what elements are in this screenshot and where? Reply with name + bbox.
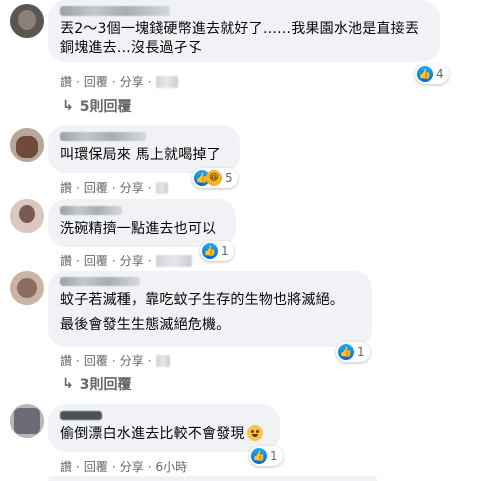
comment-text: 洗碗精擠一點進去也可以 bbox=[60, 221, 217, 237]
reply-arrow-icon: ↳ bbox=[62, 376, 74, 392]
comment-bubble: 偷倒漂白水進去比較不會發現 bbox=[48, 404, 280, 452]
reaction-count: 1 bbox=[270, 449, 278, 463]
timestamp-blurred[interactable] bbox=[155, 75, 178, 88]
share-button[interactable]: 分享 bbox=[120, 352, 144, 369]
author-name-blurred[interactable] bbox=[60, 6, 170, 16]
reply-button[interactable]: 回覆 bbox=[84, 352, 108, 369]
comment-text: 偷倒漂白水進去比較不會發現 bbox=[60, 425, 268, 444]
reaction-count: 1 bbox=[357, 345, 365, 359]
reply-button[interactable]: 回覆 bbox=[84, 73, 108, 90]
share-button[interactable]: 分享 bbox=[120, 458, 144, 475]
replies-label: 5則回覆 bbox=[79, 99, 132, 115]
comment-text-line: 銅塊進去…沒長過孑孓 bbox=[60, 40, 202, 56]
like-icon: 👍 bbox=[202, 243, 218, 259]
reaction-count: 4 bbox=[436, 67, 444, 81]
timestamp-blurred[interactable] bbox=[155, 354, 170, 367]
reply-button[interactable]: 回覆 bbox=[84, 458, 108, 475]
comment-bubble: 蚊子若滅種，靠吃蚊子生存的生物也將滅絕。 最後會發生生態滅絕危機。 bbox=[48, 271, 372, 347]
author-name-blurred[interactable] bbox=[60, 277, 140, 286]
like-button[interactable]: 讚 bbox=[60, 73, 72, 90]
comment-actions: 讚 · 回覆 · 分享 · bbox=[60, 352, 170, 369]
like-icon: 👍 bbox=[251, 448, 267, 464]
timestamp-blurred[interactable] bbox=[155, 254, 192, 267]
reaction-summary[interactable]: 👍 4 bbox=[415, 64, 449, 84]
view-replies-link[interactable]: ↳ 3則回覆 bbox=[62, 374, 131, 394]
reply-arrow-icon: ↳ bbox=[62, 98, 74, 114]
reaction-summary[interactable]: 👍 😆 5 bbox=[192, 168, 238, 188]
comment-actions: 讚 · 回覆 · 分享 · 6小時 bbox=[60, 458, 188, 475]
reaction-summary[interactable]: 👍 1 bbox=[336, 342, 370, 362]
haha-icon: 😆 bbox=[206, 170, 222, 186]
comment-actions: 讚 · 回覆 · 分享 · bbox=[60, 179, 168, 196]
comment-actions: 讚 · 回覆 · 分享 · bbox=[60, 73, 178, 90]
avatar[interactable] bbox=[10, 199, 44, 233]
reaction-summary[interactable]: 👍 1 bbox=[200, 241, 234, 261]
share-button[interactable]: 分享 bbox=[120, 252, 144, 269]
share-button[interactable]: 分享 bbox=[120, 73, 144, 90]
comment-text: 叫環保局來 馬上就喝掉了 bbox=[60, 147, 221, 163]
like-button[interactable]: 讚 bbox=[60, 458, 72, 475]
like-button[interactable]: 讚 bbox=[60, 252, 72, 269]
avatar[interactable] bbox=[10, 4, 44, 38]
like-icon: 👍 bbox=[417, 66, 433, 82]
reaction-count: 1 bbox=[221, 244, 229, 258]
reply-button[interactable]: 回覆 bbox=[84, 179, 108, 196]
author-name-blurred[interactable] bbox=[60, 206, 122, 215]
avatar[interactable] bbox=[10, 271, 44, 305]
like-icon: 👍 bbox=[338, 344, 354, 360]
next-comment-bubble-edge bbox=[48, 476, 378, 481]
avatar[interactable] bbox=[10, 404, 44, 438]
replies-label: 3則回覆 bbox=[79, 377, 132, 393]
reply-button[interactable]: 回覆 bbox=[84, 252, 108, 269]
share-button[interactable]: 分享 bbox=[120, 179, 144, 196]
timestamp[interactable]: 6小時 bbox=[156, 458, 188, 475]
comment-bubble: 叫環保局來 馬上就喝掉了 bbox=[48, 125, 240, 173]
author-name-blurred[interactable] bbox=[60, 132, 146, 141]
view-replies-link[interactable]: ↳ 5則回覆 bbox=[62, 96, 131, 116]
comment-bubble: 洗碗精擠一點進去也可以 bbox=[48, 199, 236, 247]
timestamp-blurred[interactable] bbox=[155, 181, 168, 194]
like-button[interactable]: 讚 bbox=[60, 179, 72, 196]
reaction-summary[interactable]: 👍 1 bbox=[249, 446, 283, 466]
comment-text-line: 丟2～3個一塊錢硬幣進去就好了……我果園水池是直接丟 bbox=[60, 21, 420, 37]
avatar[interactable] bbox=[10, 128, 44, 162]
grimace-emoji-icon bbox=[246, 425, 263, 441]
comment-bubble: 丟2～3個一塊錢硬幣進去就好了……我果園水池是直接丟 銅塊進去…沒長過孑孓 bbox=[48, 0, 440, 62]
comment-text: 蚊子若滅種，靠吃蚊子生存的生物也將滅絕。 bbox=[60, 292, 344, 308]
reaction-count: 5 bbox=[225, 171, 233, 185]
like-button[interactable]: 讚 bbox=[60, 352, 72, 369]
author-name-blurred[interactable] bbox=[60, 411, 102, 420]
comment-actions: 讚 · 回覆 · 分享 · bbox=[60, 252, 192, 269]
comment-text-paragraph-2: 最後會發生生態滅絕危機。 bbox=[60, 317, 231, 333]
